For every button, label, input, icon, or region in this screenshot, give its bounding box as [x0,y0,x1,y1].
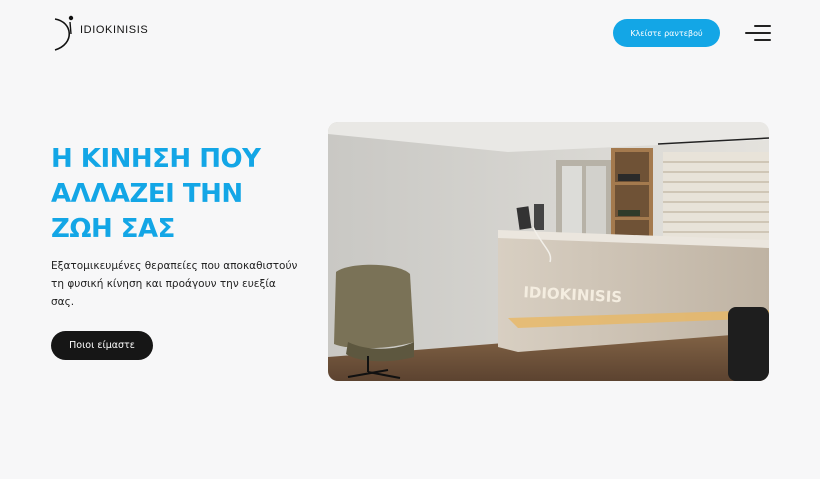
clinic-reception-photo: IDIOKINISIS [328,122,769,381]
brand-name: IDIOKINISIS [80,24,149,36]
book-appointment-button[interactable]: Κλείστε ραντεβού [613,19,720,47]
about-us-button[interactable]: Ποιοι είμαστε [51,331,153,360]
hero-title: Η ΚΙΝΗΣΗ ΠΟΥ ΑΛΛΑΖΕΙ ΤΗΝ ΖΩΗ ΣΑΣ [51,144,261,244]
logo-mark-icon [54,15,74,51]
hamburger-menu-icon[interactable] [744,24,771,43]
hero-description: Εξατομικευμένες θεραπείες που αποκαθιστο… [51,260,298,308]
brand-logo[interactable]: IDIOKINISIS [51,14,148,52]
